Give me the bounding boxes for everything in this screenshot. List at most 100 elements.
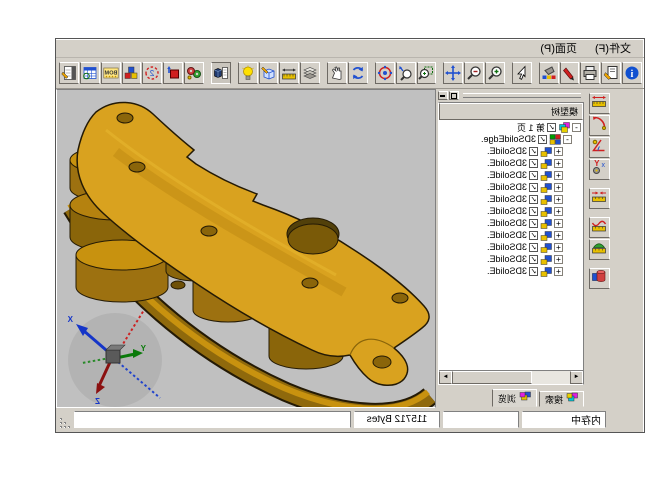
- scroll-left-button[interactable]: ◄: [570, 371, 583, 384]
- model-tree-toggle-button[interactable]: [211, 62, 231, 84]
- table-grid-icon: [82, 65, 98, 81]
- pan-button[interactable]: [443, 62, 463, 84]
- select-button[interactable]: [512, 62, 532, 84]
- annotate-pen-button[interactable]: [560, 62, 580, 84]
- expander-icon[interactable]: +: [554, 183, 563, 192]
- visibility-checkbox[interactable]: ✓: [529, 219, 538, 228]
- print-button[interactable]: [580, 62, 600, 84]
- panel-grab-bar[interactable]: [438, 90, 584, 101]
- visibility-checkbox[interactable]: ✓: [529, 243, 538, 252]
- tree-row-part[interactable]: +✓3DSolidE.: [439, 217, 583, 229]
- measure-area-button[interactable]: [589, 239, 610, 260]
- expander-icon[interactable]: -: [572, 123, 581, 132]
- tree-row-part[interactable]: +✓3DSolidE.: [439, 205, 583, 217]
- expander-icon[interactable]: +: [554, 231, 563, 240]
- measure-distance-button[interactable]: [589, 188, 610, 209]
- tree-row-part[interactable]: +✓3DSolidE.: [439, 265, 583, 277]
- zoom-target-button[interactable]: [375, 62, 395, 84]
- visibility-checkbox[interactable]: ✓: [547, 123, 556, 132]
- blocks-button[interactable]: [122, 62, 142, 84]
- expander-icon[interactable]: +: [554, 267, 563, 276]
- visibility-checkbox[interactable]: ✓: [529, 159, 538, 168]
- measure-radius-button[interactable]: [589, 115, 610, 136]
- expander-icon[interactable]: +: [554, 147, 563, 156]
- visibility-checkbox[interactable]: ✓: [529, 147, 538, 156]
- panel-minimize-button[interactable]: [438, 91, 448, 100]
- toolbar-separator: [204, 62, 210, 84]
- visibility-checkbox[interactable]: ✓: [529, 231, 538, 240]
- expander-icon[interactable]: +: [554, 207, 563, 216]
- capture-button[interactable]: [163, 62, 183, 84]
- visibility-checkbox[interactable]: ✓: [529, 267, 538, 276]
- refresh-button[interactable]: [348, 62, 368, 84]
- grid-table-button[interactable]: [80, 62, 100, 84]
- model-edit-button[interactable]: [259, 62, 279, 84]
- tree-row-part[interactable]: +✓3DSolidE.: [439, 229, 583, 241]
- measure-curve-length-button[interactable]: [589, 217, 610, 238]
- visibility-checkbox[interactable]: ✓: [529, 207, 538, 216]
- tree-row-assembly[interactable]: - ✓ 3DSolidEdge.: [439, 133, 583, 145]
- tree-row-part[interactable]: +✓3DSolidE.: [439, 169, 583, 181]
- expander-icon[interactable]: +: [554, 255, 563, 264]
- measure-ruler-button[interactable]: [279, 62, 299, 84]
- bom-button[interactable]: BOM: [101, 62, 121, 84]
- curve-length-icon: [592, 217, 608, 238]
- colored-cubes-icon: [124, 65, 140, 81]
- panel-grab-ridge: [463, 93, 581, 98]
- part-icon: [540, 194, 552, 205]
- zoom-window-button[interactable]: [417, 62, 437, 84]
- zoom-dynamic-button[interactable]: [396, 62, 416, 84]
- scroll-track[interactable]: [452, 371, 570, 384]
- visibility-checkbox[interactable]: ✓: [529, 171, 538, 180]
- zoom-out-button[interactable]: [464, 62, 484, 84]
- model-tree-panel: 模型树 - ✓ 第 1 页 - ✓ 3DSolidEdge. +✓3DS: [436, 89, 586, 408]
- resize-grip[interactable]: [58, 416, 71, 429]
- part-icon: [540, 242, 552, 253]
- measure-angle-button[interactable]: [589, 137, 610, 158]
- tree-row-part[interactable]: + ✓3DSolidE.: [439, 181, 583, 193]
- visibility-checkbox[interactable]: ✓: [538, 135, 547, 144]
- report-table-button[interactable]: [59, 62, 79, 84]
- app-window: 文件(F) 页面(P) i 2 BOM: [55, 38, 645, 433]
- tab-browse[interactable]: 浏览: [492, 389, 537, 407]
- expander-icon[interactable]: +: [554, 159, 563, 168]
- tree-row-part[interactable]: +✓3DSolidE.: [439, 241, 583, 253]
- status-bar: 内存中 115712 Bytes: [56, 408, 644, 432]
- visibility-checkbox[interactable]: ✓: [529, 255, 538, 264]
- expander-icon[interactable]: +: [554, 195, 563, 204]
- expander-icon[interactable]: -: [563, 135, 572, 144]
- fill-colors-button[interactable]: [539, 62, 559, 84]
- tree-row-part[interactable]: +✓3DSolidE.: [439, 157, 583, 169]
- measure-volume-button[interactable]: [589, 268, 610, 289]
- ring-2-button[interactable]: 2: [142, 62, 162, 84]
- expander-icon[interactable]: +: [554, 243, 563, 252]
- tree-row-part[interactable]: +✓3DSolidE.: [439, 145, 583, 157]
- scroll-thumb[interactable]: [452, 371, 532, 384]
- expander-icon[interactable]: +: [554, 219, 563, 228]
- tree-row-page[interactable]: - ✓ 第 1 页: [439, 121, 583, 133]
- tree-horizontal-scrollbar[interactable]: ◄ ►: [439, 370, 583, 384]
- distance-icon: [592, 188, 608, 209]
- document-properties-button[interactable]: [601, 62, 621, 84]
- gears-button[interactable]: [184, 62, 204, 84]
- info-button[interactable]: i: [622, 62, 642, 84]
- layers-button[interactable]: [300, 62, 320, 84]
- light-button[interactable]: [238, 62, 258, 84]
- menu-page[interactable]: 页面(P): [531, 39, 586, 57]
- tab-search[interactable]: 搜索: [539, 391, 584, 407]
- measure-coordinates-button[interactable]: xY: [589, 159, 610, 180]
- tree-row-part[interactable]: +✓3DSolidE.: [439, 193, 583, 205]
- scroll-right-button[interactable]: ►: [439, 371, 452, 384]
- panel-restore-button[interactable]: [449, 91, 459, 100]
- visibility-checkbox[interactable]: ✓: [529, 195, 538, 204]
- tree-row-part[interactable]: +✓3DSolidE.: [439, 253, 583, 265]
- viewport-3d[interactable]: X Y Z: [56, 89, 436, 408]
- expander-icon[interactable]: +: [554, 171, 563, 180]
- zoom-in-button[interactable]: [485, 62, 505, 84]
- hand-pan-button[interactable]: [327, 62, 347, 84]
- measure-length-button[interactable]: [589, 93, 610, 114]
- tree-title: 模型树: [551, 105, 578, 118]
- menu-file[interactable]: 文件(F): [586, 39, 640, 57]
- tree-row-label: 3DSolidE.: [487, 182, 527, 192]
- visibility-checkbox[interactable]: ✓: [529, 183, 538, 192]
